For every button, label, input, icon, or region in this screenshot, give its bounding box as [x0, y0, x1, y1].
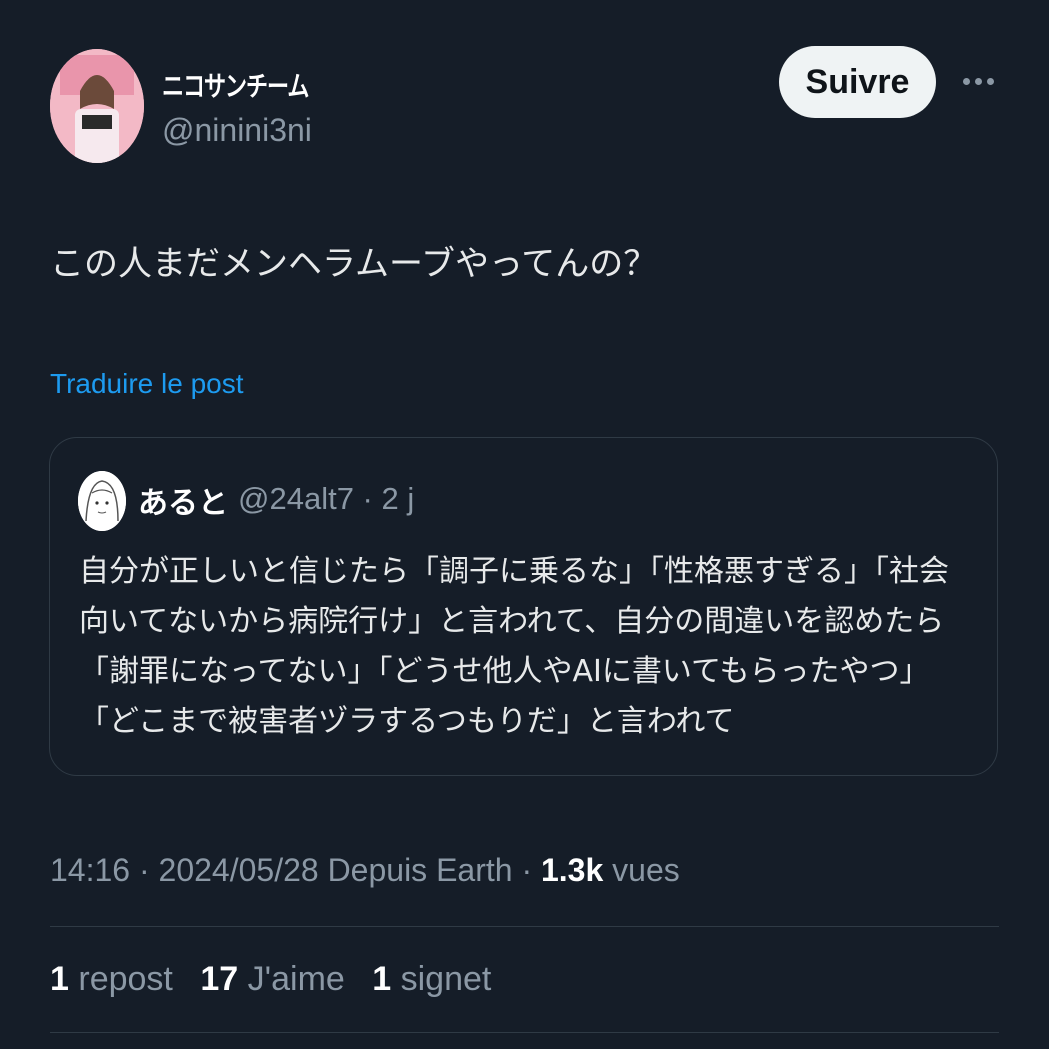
- reposts-count: 1: [50, 960, 69, 998]
- quoted-text-line: 向いてないから病院行け」と言われて、自分の間違いを認めたら: [79, 604, 945, 639]
- likes-label: J'aime: [247, 960, 345, 998]
- likes-count: 17: [200, 960, 239, 998]
- bookmarks-count: 1: [372, 960, 392, 998]
- views-label: vues: [612, 852, 680, 888]
- engagement-stats: 1 repost 17 J'aime 1 signet: [50, 960, 509, 999]
- divider: [50, 1032, 999, 1033]
- quoted-post-text: 自分が正しいと信じたら「調子に乗るな」「性格悪すぎる」「社会 向いてないから病院…: [79, 547, 979, 747]
- quoted-text-line: 「謝罪になってない」「どうせ他人やAIに書いてもらったやつ」: [79, 654, 930, 689]
- follow-button[interactable]: Suivre: [779, 46, 936, 118]
- quoted-author-meta: @24alt7 · 2 j: [238, 481, 415, 516]
- bookmarks-stat[interactable]: 1 signet: [372, 960, 491, 998]
- author-avatar[interactable]: [50, 49, 144, 163]
- views-count: 1.3k: [540, 852, 604, 888]
- separator: ·: [138, 852, 159, 888]
- likes-stat[interactable]: 17 J'aime: [200, 960, 354, 998]
- post-date[interactable]: 2024/05/28: [159, 852, 319, 888]
- more-options-icon[interactable]: [958, 66, 998, 96]
- quoted-author-name: あると: [138, 486, 228, 521]
- post-time[interactable]: 14:16: [50, 852, 130, 888]
- author-display-name[interactable]: ニコサンチーム: [162, 64, 309, 104]
- post-metadata: 14:16 · 2024/05/28 Depuis Earth · 1.3k v…: [50, 852, 680, 889]
- bookmarks-label: signet: [400, 960, 492, 998]
- quoted-author-avatar: [78, 471, 126, 531]
- post-source: Depuis Earth: [327, 852, 513, 888]
- reposts-label: repost: [78, 960, 173, 998]
- separator: ·: [521, 852, 541, 888]
- quoted-text-line: 「どこまで被害者ヅラするつもりだ」と言われて: [79, 704, 735, 739]
- quoted-post-card[interactable]: あると @24alt7 · 2 j 自分が正しいと信じたら「調子に乗るな」「性格…: [49, 437, 998, 776]
- author-handle[interactable]: @ninini3ni: [162, 112, 312, 149]
- tweet-text: この人まだメンヘラムーブやってんの？: [50, 244, 658, 284]
- translate-link[interactable]: Traduire le post: [50, 368, 244, 400]
- avatar-photo: [50, 49, 144, 163]
- quoted-text-line: 自分が正しいと信じたら「調子に乗るな」「性格悪すぎる」「社会: [79, 554, 949, 589]
- reposts-stat[interactable]: 1 repost: [50, 960, 182, 998]
- divider: [50, 926, 999, 927]
